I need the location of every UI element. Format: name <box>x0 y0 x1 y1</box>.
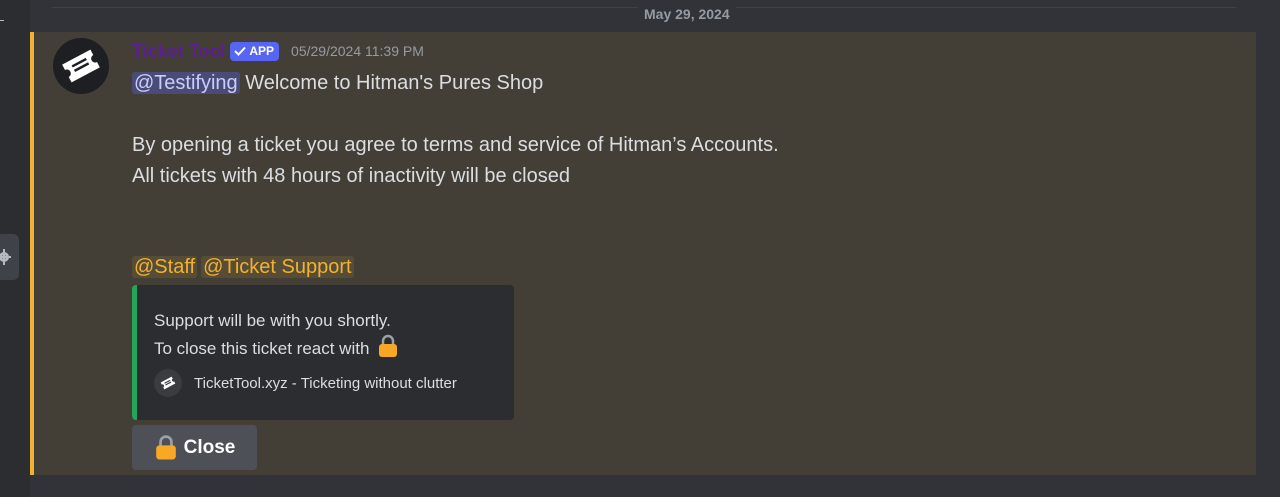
sidebar-dash <box>0 20 4 21</box>
embed-line-1: Support will be with you shortly. <box>154 311 391 330</box>
role-mention-ticket-support[interactable]: @Ticket Support <box>201 256 354 278</box>
embed-footer: TicketTool.xyz - Ticketing without clutt… <box>154 369 457 397</box>
gear-icon <box>0 249 11 265</box>
lock-icon <box>155 435 176 460</box>
ticket-icon <box>62 49 100 83</box>
inactivity-text: All tickets with 48 hours of inactivity … <box>132 165 570 187</box>
embed: Support will be with you shortly. To clo… <box>132 285 514 420</box>
date-divider: May 29, 2024 <box>52 7 1236 21</box>
settings-tab[interactable] <box>0 234 19 280</box>
embed-line-2: To close this ticket react with <box>154 339 370 358</box>
welcome-text: Welcome to Hitman's Pures Shop <box>239 72 544 94</box>
embed-description: Support will be with you shortly. To clo… <box>154 308 399 362</box>
avatar[interactable] <box>53 38 109 94</box>
close-button-label: Close <box>183 436 236 458</box>
ticket-icon <box>160 376 176 390</box>
date-divider-label: May 29, 2024 <box>638 7 736 21</box>
lock-icon <box>379 334 398 357</box>
embed-accent-bar <box>132 285 137 420</box>
author-name[interactable]: Ticket Tool <box>132 41 225 62</box>
app-badge: APP <box>230 41 280 61</box>
user-mention[interactable]: @Testifying <box>132 72 240 94</box>
app-badge-label: APP <box>249 44 275 58</box>
terms-text: By opening a ticket you agree to terms a… <box>132 134 779 156</box>
role-mention-staff[interactable]: @Staff <box>132 256 198 278</box>
footer-avatar <box>154 369 182 397</box>
message-timestamp[interactable]: 05/29/2024 11:39 PM <box>291 43 424 59</box>
role-mentions: @Staff @Ticket Support <box>132 253 354 281</box>
message-header: Ticket Tool APP 05/29/2024 11:39 PM <box>132 40 424 62</box>
embed-footer-text: TicketTool.xyz - Ticketing without clutt… <box>194 374 457 392</box>
message-content: @Testifying Welcome to Hitman's Pures Sh… <box>132 68 779 192</box>
mention-highlight-bar <box>30 32 34 475</box>
check-icon <box>234 46 247 56</box>
close-ticket-button[interactable]: Close <box>132 425 257 470</box>
